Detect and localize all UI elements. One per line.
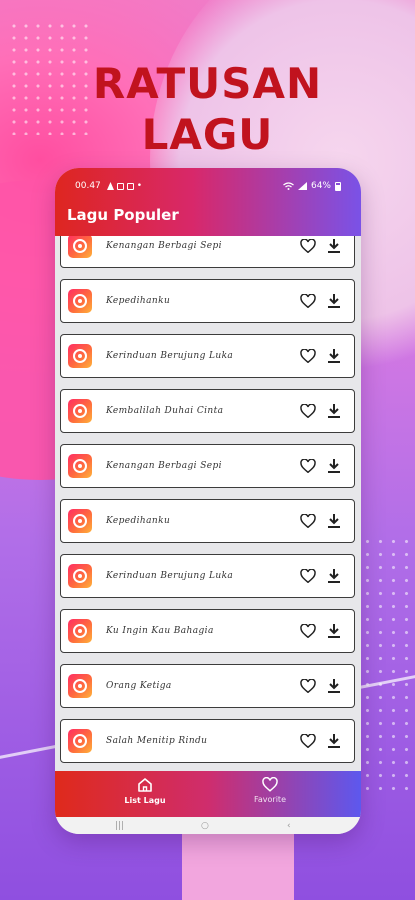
app-bar: 00.47 • 64% Lagu Populer — [55, 168, 361, 236]
song-title: Kenangan Berbagi Sepi — [106, 461, 222, 471]
song-item[interactable]: Orang Ketiga — [60, 664, 355, 708]
check-icon — [126, 182, 134, 190]
heart-outline-icon[interactable] — [300, 294, 316, 308]
song-item[interactable]: Kepedihanku — [60, 279, 355, 323]
app-title: Lagu Populer — [67, 206, 179, 224]
home-icon — [138, 778, 152, 792]
download-icon[interactable] — [328, 679, 340, 693]
gallery-icon — [116, 182, 124, 190]
nav-list-lagu-label: List Lagu — [124, 796, 166, 805]
battery-percent: 64% — [310, 181, 331, 191]
download-icon[interactable] — [328, 294, 340, 308]
music-disc-icon — [68, 619, 92, 643]
system-status-icons: 64% — [283, 181, 341, 191]
battery-icon — [335, 181, 341, 191]
headline-line-1: RATUSAN — [92, 59, 323, 108]
heart-outline-icon[interactable] — [300, 734, 316, 748]
heart-outline-icon[interactable] — [300, 239, 316, 253]
heart-outline-icon[interactable] — [300, 624, 316, 638]
song-title: Ku Ingin Kau Bahagia — [106, 626, 214, 636]
song-item[interactable]: Kerinduan Berujung Luka — [60, 334, 355, 378]
song-item[interactable]: Kenangan Berbagi Sepi — [60, 236, 355, 268]
music-disc-icon — [68, 289, 92, 313]
heart-outline-icon[interactable] — [300, 459, 316, 473]
system-navigation-bar: ||| ○ ‹ — [55, 817, 361, 834]
status-dot: • — [136, 181, 143, 191]
heart-outline-icon[interactable] — [300, 404, 316, 418]
nav-list-lagu[interactable]: List Lagu — [85, 777, 205, 805]
music-disc-icon — [68, 454, 92, 478]
download-icon[interactable] — [328, 459, 340, 473]
song-list[interactable]: Kenangan Berbagi Sepi Kepedihanku Kerind… — [55, 236, 361, 834]
heart-outline-icon[interactable] — [300, 349, 316, 363]
song-item[interactable]: Kembalilah Duhai Cinta — [60, 389, 355, 433]
music-disc-icon — [68, 729, 92, 753]
download-icon[interactable] — [328, 514, 340, 528]
music-disc-icon — [68, 236, 92, 258]
download-icon[interactable] — [328, 569, 340, 583]
status-time: 00.47 — [75, 181, 101, 191]
wifi-icon — [283, 182, 294, 190]
download-icon[interactable] — [328, 349, 340, 363]
heart-outline-icon[interactable] — [300, 514, 316, 528]
home-circle-icon[interactable]: ○ — [201, 821, 209, 831]
song-item[interactable]: Kepedihanku — [60, 499, 355, 543]
download-icon[interactable] — [328, 404, 340, 418]
song-item[interactable]: Salah Menitip Rindu — [60, 719, 355, 763]
heart-outline-icon[interactable] — [300, 679, 316, 693]
song-title: Salah Menitip Rindu — [106, 736, 208, 746]
nav-favorite[interactable]: Favorite — [210, 777, 330, 804]
notification-app-icon — [106, 182, 114, 190]
heart-outline-icon[interactable] — [300, 569, 316, 583]
heart-icon — [262, 777, 278, 792]
song-item[interactable]: Kerinduan Berujung Luka — [60, 554, 355, 598]
song-title: Kenangan Berbagi Sepi — [106, 241, 222, 251]
music-disc-icon — [68, 564, 92, 588]
promo-headline: RATUSAN LAGU — [0, 58, 415, 160]
notification-icons: • — [106, 181, 143, 191]
signal-icon — [297, 182, 307, 190]
status-bar: 00.47 • 64% — [75, 179, 341, 193]
recent-apps-icon[interactable]: ||| — [115, 821, 124, 831]
song-title: Kepedihanku — [106, 296, 171, 306]
back-icon[interactable]: ‹ — [287, 821, 291, 831]
song-title: Orang Ketiga — [106, 681, 172, 691]
download-icon[interactable] — [328, 239, 340, 253]
song-title: Kembalilah Duhai Cinta — [106, 406, 224, 416]
music-disc-icon — [68, 509, 92, 533]
nav-favorite-label: Favorite — [254, 795, 286, 804]
headline-line-2: LAGU — [141, 110, 274, 159]
song-title: Kerinduan Berujung Luka — [106, 571, 234, 581]
download-icon[interactable] — [328, 624, 340, 638]
song-item[interactable]: Ku Ingin Kau Bahagia — [60, 609, 355, 653]
music-disc-icon — [68, 674, 92, 698]
bottom-navigation: List Lagu Favorite — [55, 771, 361, 817]
download-icon[interactable] — [328, 734, 340, 748]
music-disc-icon — [68, 344, 92, 368]
song-item[interactable]: Kenangan Berbagi Sepi — [60, 444, 355, 488]
song-title: Kerinduan Berujung Luka — [106, 351, 234, 361]
song-title: Kepedihanku — [106, 516, 171, 526]
music-disc-icon — [68, 399, 92, 423]
phone-frame: 00.47 • 64% Lagu Populer Kenangan Berbag… — [55, 168, 361, 834]
